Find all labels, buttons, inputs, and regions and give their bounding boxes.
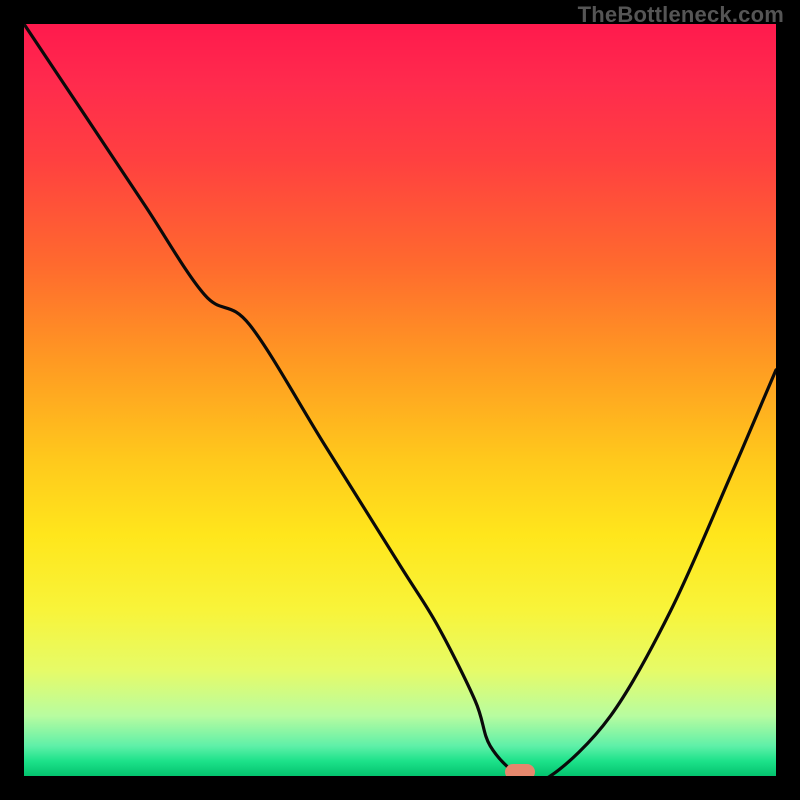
watermark-text: TheBottleneck.com — [578, 2, 784, 28]
plot-outer — [24, 24, 776, 776]
optimum-marker — [505, 764, 535, 776]
chart-frame: TheBottleneck.com — [0, 0, 800, 800]
bottleneck-curve — [24, 24, 776, 776]
plot-area — [24, 24, 776, 776]
